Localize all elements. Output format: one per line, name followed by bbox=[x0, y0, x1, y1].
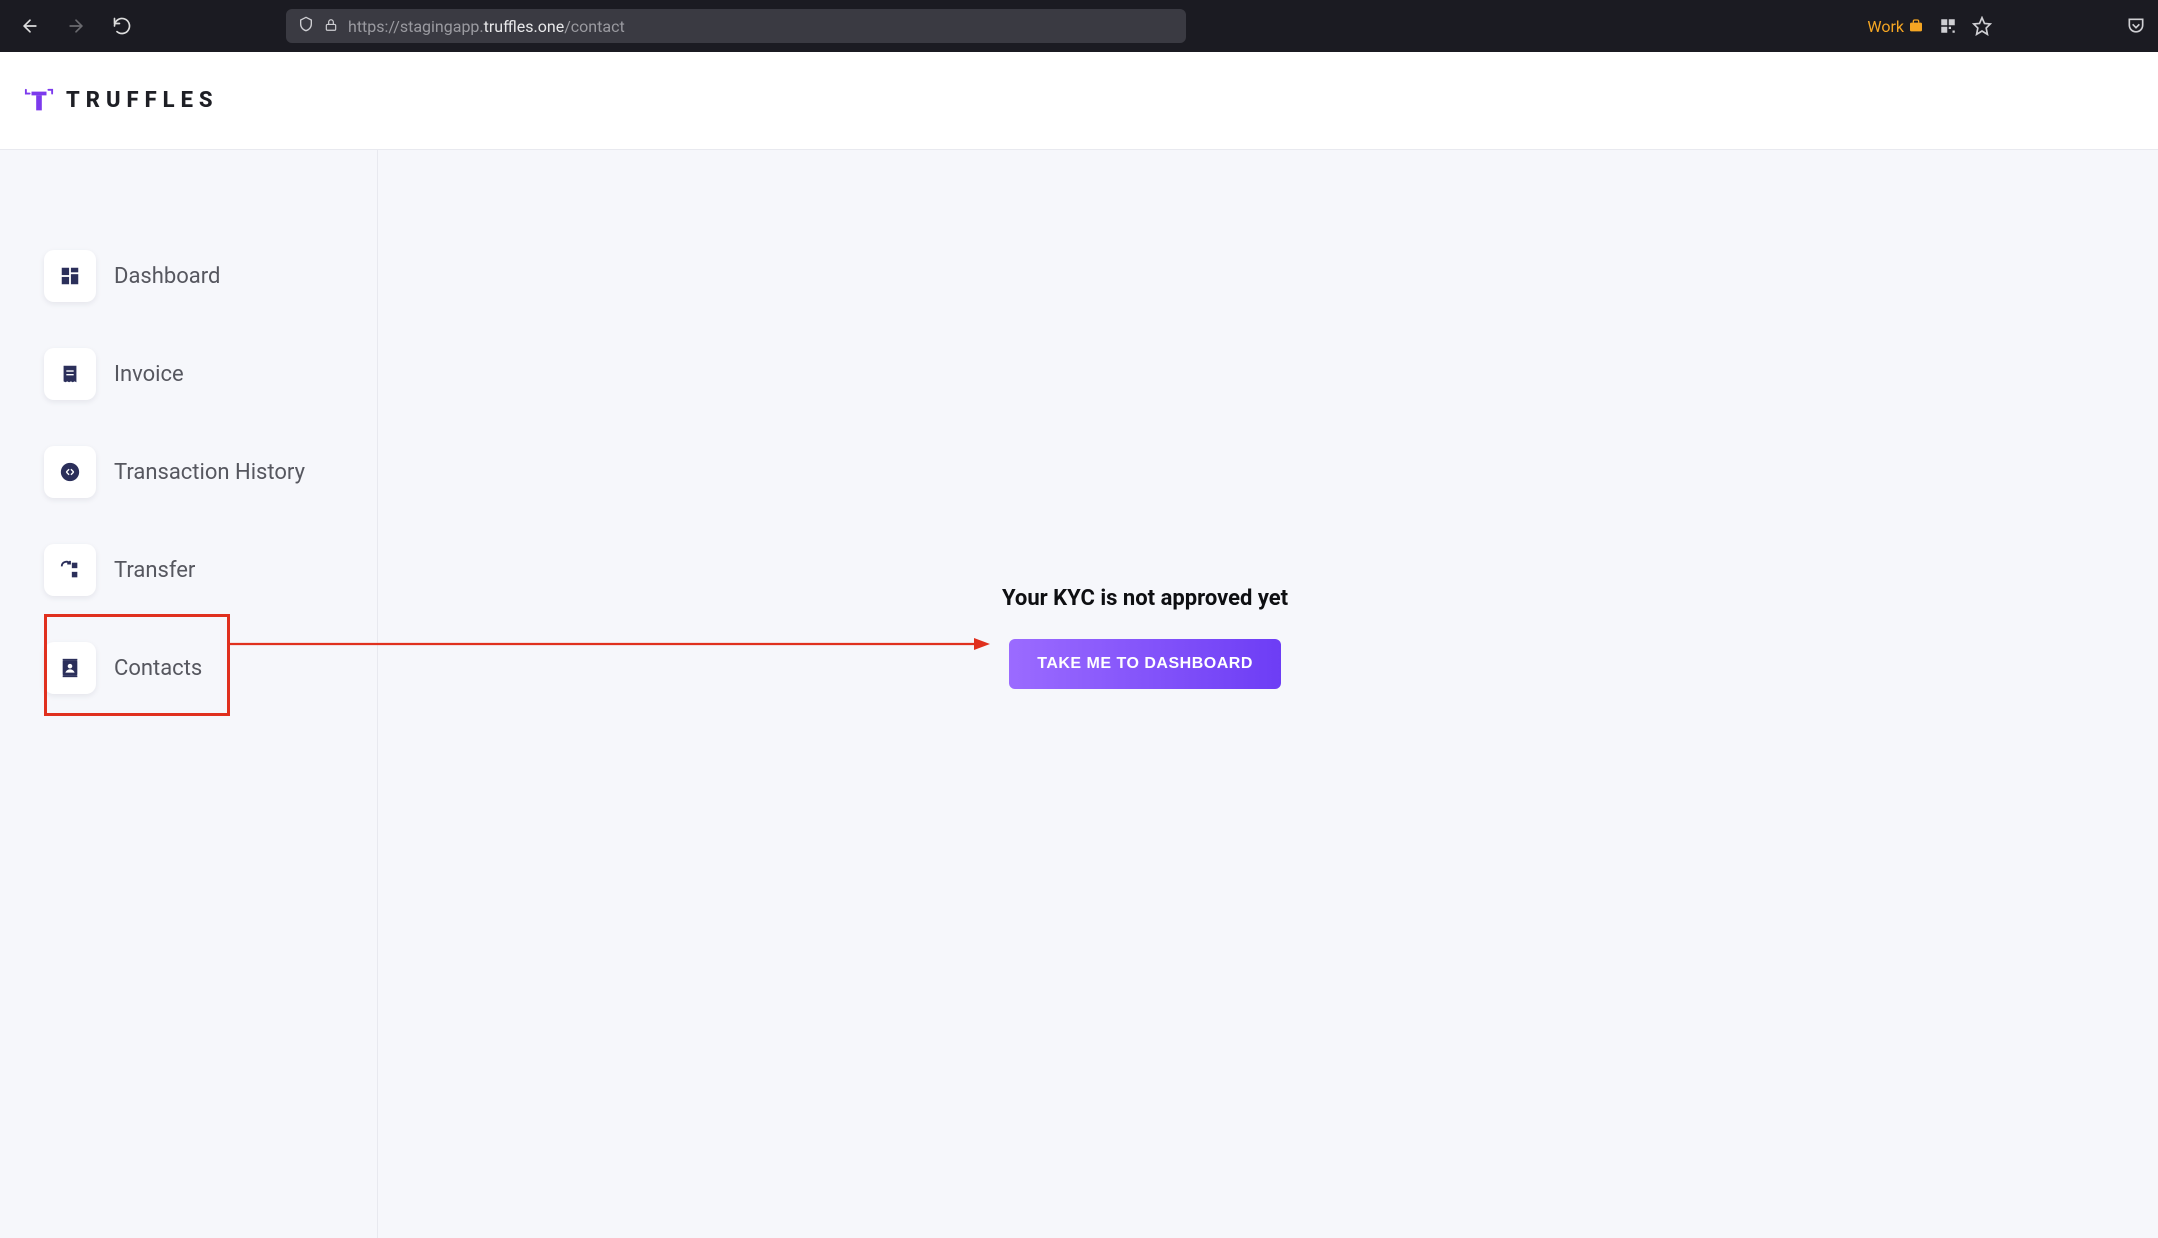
kyc-block: Your KYC is not approved yet TAKE ME TO … bbox=[1002, 586, 1288, 689]
browser-bar: https://stagingapp.truffles.one/contact … bbox=[0, 0, 2158, 52]
sidebar-item-label: Contacts bbox=[114, 656, 202, 681]
invoice-icon bbox=[44, 348, 96, 400]
sidebar-item-label: Transfer bbox=[114, 558, 195, 583]
contacts-icon bbox=[44, 642, 96, 694]
brand-name: TRUFFLES bbox=[66, 88, 219, 113]
sidebar-item-label: Invoice bbox=[114, 362, 184, 387]
sidebar-item-transaction-history[interactable]: Transaction History bbox=[44, 446, 377, 498]
shield-icon bbox=[298, 16, 314, 36]
bookmark-star-icon[interactable] bbox=[1972, 16, 1992, 36]
browser-forward-button[interactable] bbox=[64, 14, 88, 38]
lock-icon bbox=[324, 17, 338, 36]
transaction-history-icon bbox=[44, 446, 96, 498]
url-domain: truffles.one bbox=[484, 17, 565, 36]
main-area: Dashboard Invoice Transaction History Tr… bbox=[0, 150, 2158, 1238]
sidebar-item-dashboard[interactable]: Dashboard bbox=[44, 250, 377, 302]
transfer-icon bbox=[44, 544, 96, 596]
browser-reload-button[interactable] bbox=[110, 14, 134, 38]
brand-logo[interactable]: TRUFFLES bbox=[24, 86, 219, 116]
sidebar-item-invoice[interactable]: Invoice bbox=[44, 348, 377, 400]
browser-url-bar[interactable]: https://stagingapp.truffles.one/contact bbox=[286, 9, 1186, 43]
browser-right-icons: Work bbox=[1867, 16, 2146, 36]
sidebar: Dashboard Invoice Transaction History Tr… bbox=[0, 150, 378, 1238]
briefcase-icon bbox=[1908, 18, 1924, 34]
qr-icon[interactable] bbox=[1938, 16, 1958, 36]
kyc-message: Your KYC is not approved yet bbox=[1002, 586, 1288, 611]
dashboard-icon bbox=[44, 250, 96, 302]
sidebar-item-transfer[interactable]: Transfer bbox=[44, 544, 377, 596]
sidebar-item-label: Dashboard bbox=[114, 264, 220, 289]
browser-nav bbox=[18, 14, 134, 38]
browser-container-tag[interactable]: Work bbox=[1867, 17, 1924, 36]
sidebar-item-label: Transaction History bbox=[114, 460, 305, 485]
work-label: Work bbox=[1867, 17, 1904, 36]
url-path: /contact bbox=[564, 17, 624, 36]
sidebar-item-contacts[interactable]: Contacts bbox=[44, 642, 377, 694]
content-area: Your KYC is not approved yet TAKE ME TO … bbox=[378, 150, 2158, 1238]
browser-back-button[interactable] bbox=[18, 14, 42, 38]
pocket-icon[interactable] bbox=[2126, 16, 2146, 36]
url-scheme: https://stagingapp. bbox=[348, 17, 484, 36]
take-me-to-dashboard-button[interactable]: TAKE ME TO DASHBOARD bbox=[1009, 639, 1281, 689]
brand-mark-icon bbox=[24, 86, 54, 116]
browser-url-text: https://stagingapp.truffles.one/contact bbox=[348, 17, 625, 36]
app-header: TRUFFLES bbox=[0, 52, 2158, 150]
